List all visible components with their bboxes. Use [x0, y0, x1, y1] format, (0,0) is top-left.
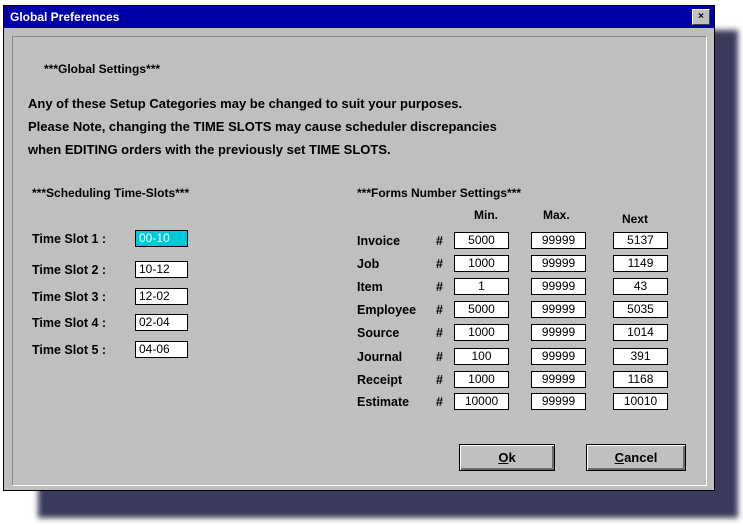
journal-next-input[interactable]: 391: [613, 348, 668, 365]
source-min-input[interactable]: 1000: [454, 324, 509, 341]
ok-mnemonic: O: [498, 450, 509, 465]
item-next-input[interactable]: 43: [613, 278, 668, 295]
form-label-item: Item: [357, 280, 383, 294]
title-bar: Global Preferences ×: [4, 6, 714, 28]
receipt-max-input[interactable]: 99999: [531, 371, 586, 388]
time-slot-2-input[interactable]: 10-12: [135, 261, 188, 278]
global-settings-heading: ***Global Settings***: [44, 62, 161, 76]
time-slot-5-input[interactable]: 04-06: [135, 341, 188, 358]
estimate-min-input[interactable]: 10000: [454, 393, 509, 410]
hash-symbol: #: [436, 395, 443, 409]
employee-min-input[interactable]: 5000: [454, 301, 509, 318]
window-title: Global Preferences: [10, 10, 120, 24]
intro-line-2: Please Note, changing the TIME SLOTS may…: [28, 119, 497, 134]
column-min-header: Min.: [474, 208, 498, 222]
column-next-header: Next: [622, 212, 649, 226]
form-label-source: Source: [357, 326, 400, 340]
time-slots-heading: ***Scheduling Time-Slots***: [32, 186, 190, 200]
receipt-next-input[interactable]: 1168: [613, 371, 668, 388]
receipt-min-input[interactable]: 1000: [454, 371, 509, 388]
estimate-max-input[interactable]: 99999: [531, 393, 586, 410]
form-label-employee: Employee: [357, 303, 417, 317]
global-preferences-dialog: Global Preferences × ***Global Settings*…: [3, 5, 715, 491]
column-max-header: Max.: [543, 208, 570, 222]
source-next-input[interactable]: 1014: [613, 324, 668, 341]
item-max-input[interactable]: 99999: [531, 278, 586, 295]
hash-symbol: #: [436, 326, 443, 340]
form-label-estimate: Estimate: [357, 395, 410, 409]
hash-symbol: #: [436, 350, 443, 364]
invoice-min-input[interactable]: 5000: [454, 232, 509, 249]
time-slot-3-input[interactable]: 12-02: [135, 288, 188, 305]
hash-symbol: #: [436, 257, 443, 271]
form-label-receipt: Receipt: [357, 373, 403, 387]
cancel-mnemonic: C: [614, 450, 625, 465]
estimate-next-input[interactable]: 10010: [613, 393, 668, 410]
invoice-max-input[interactable]: 99999: [531, 232, 586, 249]
time-slot-5-label: Time Slot 5 :: [32, 343, 107, 357]
ok-label-rest: k: [508, 450, 516, 465]
hash-symbol: #: [436, 303, 443, 317]
form-label-invoice: Invoice: [357, 234, 401, 248]
employee-max-input[interactable]: 99999: [531, 301, 586, 318]
source-max-input[interactable]: 99999: [531, 324, 586, 341]
time-slot-4-input[interactable]: 02-04: [135, 314, 188, 331]
ok-button[interactable]: Ok: [459, 444, 555, 471]
job-max-input[interactable]: 99999: [531, 255, 586, 272]
form-label-journal: Journal: [357, 350, 403, 364]
item-min-input[interactable]: 1: [454, 278, 509, 295]
time-slot-4-label: Time Slot 4 :: [32, 316, 107, 330]
intro-line-1: Any of these Setup Categories may be cha…: [28, 96, 463, 111]
time-slot-2-label: Time Slot 2 :: [32, 263, 107, 277]
time-slot-1-label: Time Slot 1 :: [32, 232, 107, 246]
time-slot-3-label: Time Slot 3 :: [32, 290, 107, 304]
journal-max-input[interactable]: 99999: [531, 348, 586, 365]
job-min-input[interactable]: 1000: [454, 255, 509, 272]
cancel-label-rest: ancel: [624, 450, 658, 465]
journal-min-input[interactable]: 100: [454, 348, 509, 365]
form-label-job: Job: [357, 257, 380, 271]
hash-symbol: #: [436, 280, 443, 294]
close-icon[interactable]: ×: [692, 9, 710, 25]
cancel-button[interactable]: Cancel: [586, 444, 686, 471]
forms-settings-heading: ***Forms Number Settings***: [357, 186, 522, 200]
intro-line-3: when EDITING orders with the previously …: [28, 142, 391, 157]
employee-next-input[interactable]: 5035: [613, 301, 668, 318]
job-next-input[interactable]: 1149: [613, 255, 668, 272]
hash-symbol: #: [436, 234, 443, 248]
invoice-next-input[interactable]: 5137: [613, 232, 668, 249]
time-slot-1-input[interactable]: 00-10: [135, 230, 188, 247]
hash-symbol: #: [436, 373, 443, 387]
